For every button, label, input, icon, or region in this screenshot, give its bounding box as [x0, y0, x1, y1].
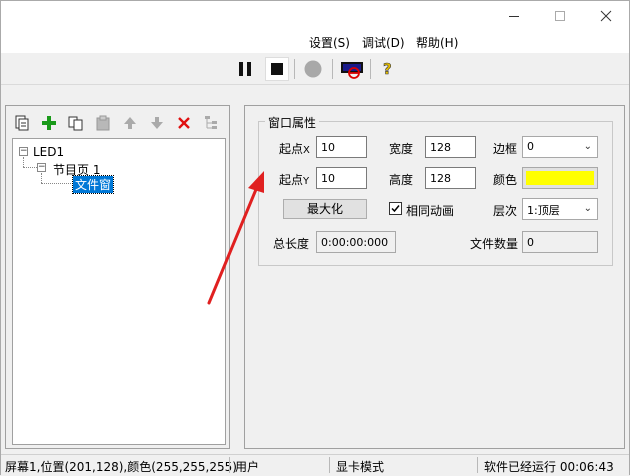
color-swatch — [526, 171, 594, 185]
layer-label: 层次 — [493, 204, 518, 218]
color-label: 颜色 — [493, 173, 518, 187]
move-up-button[interactable] — [120, 112, 140, 134]
tree-node-led[interactable]: LED1 — [33, 145, 64, 159]
layer-select-value: 1:顶层 — [527, 204, 560, 217]
width-label: 宽度 — [389, 142, 414, 156]
new-page-icon — [15, 115, 29, 131]
start-x-field[interactable] — [316, 136, 367, 158]
toolbar-separator — [332, 59, 333, 79]
color-picker-button[interactable] — [522, 167, 598, 189]
start-y-label: 起点Y — [279, 173, 310, 187]
toolbar-separator — [370, 59, 371, 79]
copy-icon — [68, 116, 83, 131]
tree-line — [41, 183, 71, 184]
tree-line — [41, 173, 42, 183]
record-button[interactable] — [301, 57, 325, 81]
status-user: 用户 — [235, 460, 260, 474]
stop-icon — [271, 63, 283, 75]
arrow-down-icon — [151, 117, 163, 129]
height-label: 高度 — [389, 173, 414, 187]
border-label: 边框 — [493, 142, 518, 156]
chevron-down-icon: ⌄ — [583, 203, 592, 214]
minimize-button[interactable] — [491, 1, 537, 31]
status-mode: 显卡模式 — [336, 460, 385, 474]
tree-expander[interactable]: − — [19, 147, 28, 156]
new-program-button[interactable] — [12, 112, 32, 134]
menu-bar: 设置(S) 调试(D) 帮助(H) — [1, 31, 629, 53]
menu-settings[interactable]: 设置(S) — [309, 34, 350, 51]
close-button[interactable] — [583, 1, 629, 31]
pause-icon — [239, 62, 251, 76]
start-x-label: 起点X — [279, 142, 310, 156]
add-button[interactable] — [39, 112, 59, 134]
tree-properties-button[interactable] — [201, 112, 221, 134]
total-length-label: 总长度 — [273, 237, 310, 251]
app-window: 设置(S) 调试(D) 帮助(H) ? − LED1 − 节目页 1 文件窗 窗… — [0, 0, 630, 475]
maximize-icon — [555, 11, 565, 21]
file-count-field — [522, 231, 598, 253]
pause-button[interactable] — [233, 57, 257, 81]
minimize-icon — [509, 16, 519, 17]
file-count-label: 文件数量 — [470, 237, 519, 251]
help-button[interactable]: ? — [376, 57, 400, 81]
tree-line — [23, 157, 24, 167]
display-button[interactable] — [340, 57, 364, 81]
plus-icon — [42, 116, 56, 130]
menu-help[interactable]: 帮助(H) — [416, 34, 458, 51]
status-screen-info: 屏幕1,位置(201,128),颜色(255,255,255) — [5, 460, 237, 474]
tree-line — [23, 167, 37, 168]
program-tree-panel: − LED1 − 节目页 1 文件窗 — [5, 105, 230, 449]
close-icon — [600, 10, 612, 22]
record-icon — [304, 60, 322, 78]
arrow-up-icon — [124, 117, 136, 129]
width-field[interactable] — [425, 136, 476, 158]
main-toolbar: ? — [1, 53, 629, 85]
height-field[interactable] — [425, 167, 476, 189]
properties-panel: 窗口属性 起点X 宽度 边框 0 ⌄ 起点Y 高度 颜色 最大化 相同动画 — [244, 105, 625, 449]
status-separator — [477, 457, 478, 473]
help-icon: ? — [383, 60, 392, 79]
border-select-value: 0 — [527, 140, 534, 153]
delete-button[interactable] — [174, 112, 194, 134]
program-tree: − LED1 − 节目页 1 文件窗 — [12, 138, 226, 445]
maximize-window-button[interactable]: 最大化 — [283, 199, 367, 219]
status-separator — [229, 457, 230, 473]
group-title: 窗口属性 — [265, 114, 320, 131]
tree-node-file-window[interactable]: 文件窗 — [71, 175, 115, 194]
status-runtime: 软件已经运行 00:06:43 — [484, 460, 614, 474]
maximize-button[interactable] — [537, 1, 583, 31]
same-animation-checkbox[interactable] — [389, 202, 402, 215]
paste-button[interactable] — [93, 112, 113, 134]
start-y-field[interactable] — [316, 167, 367, 189]
title-bar — [1, 1, 629, 31]
stop-button[interactable] — [265, 57, 289, 81]
menu-debug[interactable]: 调试(D) — [362, 34, 405, 51]
tree-structure-icon — [205, 116, 217, 129]
same-animation-label: 相同动画 — [406, 204, 455, 218]
svg-text:?: ? — [383, 60, 392, 78]
status-separator — [329, 457, 330, 473]
delete-x-icon — [178, 117, 190, 129]
display-icon — [341, 62, 363, 79]
layer-select[interactable]: 1:顶层 ⌄ — [522, 198, 598, 220]
tree-expander[interactable]: − — [37, 163, 46, 172]
border-select[interactable]: 0 ⌄ — [522, 136, 598, 158]
toolbar-separator — [294, 59, 295, 79]
paste-icon — [96, 115, 110, 131]
move-down-button[interactable] — [147, 112, 167, 134]
total-length-field — [316, 231, 396, 253]
chevron-down-icon: ⌄ — [583, 141, 592, 152]
status-bar: 屏幕1,位置(201,128),颜色(255,255,255) 用户 显卡模式 … — [1, 454, 629, 475]
copy-button[interactable] — [66, 112, 86, 134]
checkmark-icon — [391, 205, 400, 213]
window-properties-group: 窗口属性 起点X 宽度 边框 0 ⌄ 起点Y 高度 颜色 最大化 相同动画 — [258, 114, 613, 266]
